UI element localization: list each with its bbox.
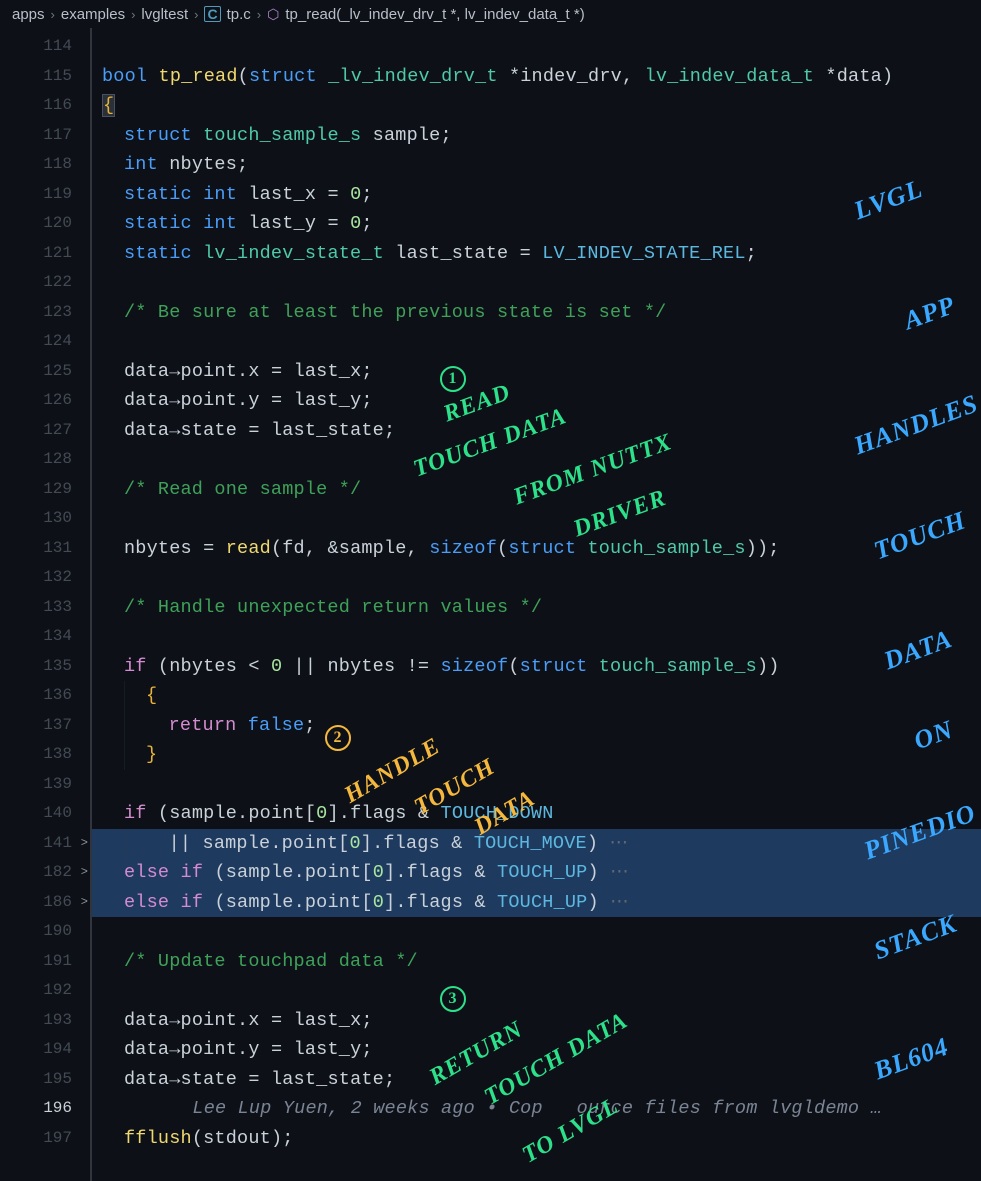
code-line[interactable] <box>92 976 981 1006</box>
chevron-right-icon: › <box>131 7 135 22</box>
code-line[interactable] <box>92 770 981 800</box>
code-line[interactable] <box>92 622 981 652</box>
fold-chevron-icon[interactable]: > <box>81 829 88 859</box>
code-line[interactable]: int nbytes; <box>92 150 981 180</box>
line-number[interactable]: 121 <box>0 239 90 269</box>
line-number[interactable]: 196 <box>0 1094 90 1124</box>
code-line[interactable] <box>92 327 981 357</box>
line-number[interactable]: 122 <box>0 268 90 298</box>
symbol-method-icon: ⬡ <box>267 6 279 23</box>
line-number[interactable]: 194 <box>0 1035 90 1065</box>
line-number[interactable]: 139 <box>0 770 90 800</box>
code-line[interactable]: data→point.y = last_y; <box>92 1035 981 1065</box>
code-line[interactable]: data→state = last_state; <box>92 1065 981 1095</box>
code-line[interactable]: Lee Lup Yuen, 2 weeks ago • Cop ource fi… <box>92 1094 981 1124</box>
line-number[interactable]: 193 <box>0 1006 90 1036</box>
line-number[interactable]: 182> <box>0 858 90 888</box>
code-line[interactable]: data→point.x = last_x; <box>92 357 981 387</box>
code-line[interactable]: struct touch_sample_s sample; <box>92 121 981 151</box>
code-line[interactable]: else if (sample.point[0].flags & TOUCH_U… <box>92 888 981 918</box>
line-number[interactable]: 116 <box>0 91 90 121</box>
line-number[interactable]: 191 <box>0 947 90 977</box>
line-number[interactable]: 129 <box>0 475 90 505</box>
code-line[interactable]: { <box>92 681 981 711</box>
breadcrumb-file[interactable]: tp.c <box>227 6 251 23</box>
code-line[interactable]: { <box>92 91 981 121</box>
line-number[interactable]: 135 <box>0 652 90 682</box>
line-number[interactable]: 133 <box>0 593 90 623</box>
code-line[interactable]: return false; <box>92 711 981 741</box>
line-number[interactable]: 190 <box>0 917 90 947</box>
line-number[interactable]: 126 <box>0 386 90 416</box>
breadcrumb-seg[interactable]: lvgltest <box>141 6 188 23</box>
fold-chevron-icon[interactable]: > <box>81 888 88 918</box>
line-number[interactable]: 123 <box>0 298 90 328</box>
breadcrumb-symbol[interactable]: tp_read(_lv_indev_drv_t *, lv_indev_data… <box>285 6 584 23</box>
code-area[interactable]: bool tp_read(struct _lv_indev_drv_t *ind… <box>90 28 981 1181</box>
line-number[interactable]: 140 <box>0 799 90 829</box>
code-line[interactable]: nbytes = read(fd, &sample, sizeof(struct… <box>92 534 981 564</box>
line-number[interactable]: 117 <box>0 121 90 151</box>
line-number[interactable]: 192 <box>0 976 90 1006</box>
code-line[interactable]: static int last_y = 0; <box>92 209 981 239</box>
line-number[interactable]: 136 <box>0 681 90 711</box>
code-line[interactable] <box>92 917 981 947</box>
c-file-icon: C <box>204 6 220 22</box>
code-line[interactable]: data→point.x = last_x; <box>92 1006 981 1036</box>
line-number[interactable]: 124 <box>0 327 90 357</box>
code-line[interactable] <box>92 504 981 534</box>
line-number[interactable]: 186> <box>0 888 90 918</box>
code-line[interactable]: /* Handle unexpected return values */ <box>92 593 981 623</box>
line-number[interactable]: 119 <box>0 180 90 210</box>
line-number[interactable]: 130 <box>0 504 90 534</box>
fold-chevron-icon[interactable]: > <box>81 858 88 888</box>
chevron-right-icon: › <box>51 7 55 22</box>
code-line[interactable]: /* Be sure at least the previous state i… <box>92 298 981 328</box>
breadcrumb[interactable]: apps › examples › lvgltest › C tp.c › ⬡ … <box>0 0 981 28</box>
breadcrumb-seg[interactable]: examples <box>61 6 125 23</box>
code-line[interactable]: if (sample.point[0].flags & TOUCH_DOWN <box>92 799 981 829</box>
line-number[interactable]: 127 <box>0 416 90 446</box>
code-line[interactable]: bool tp_read(struct _lv_indev_drv_t *ind… <box>92 62 981 92</box>
line-number[interactable]: 134 <box>0 622 90 652</box>
chevron-right-icon: › <box>257 7 261 22</box>
code-line[interactable]: fflush(stdout); <box>92 1124 981 1154</box>
line-number-gutter[interactable]: 1141151161171181191201211221231241251261… <box>0 28 90 1181</box>
code-line[interactable]: static lv_indev_state_t last_state = LV_… <box>92 239 981 269</box>
line-number[interactable]: 114 <box>0 32 90 62</box>
line-number[interactable]: 118 <box>0 150 90 180</box>
line-number[interactable]: 128 <box>0 445 90 475</box>
line-number[interactable]: 137 <box>0 711 90 741</box>
line-number[interactable]: 132 <box>0 563 90 593</box>
line-number[interactable]: 138 <box>0 740 90 770</box>
line-number[interactable]: 141> <box>0 829 90 859</box>
code-line[interactable]: /* Update touchpad data */ <box>92 947 981 977</box>
line-number[interactable]: 131 <box>0 534 90 564</box>
code-line[interactable]: else if (sample.point[0].flags & TOUCH_U… <box>92 858 981 888</box>
code-line[interactable]: static int last_x = 0; <box>92 180 981 210</box>
code-line[interactable]: data→point.y = last_y; <box>92 386 981 416</box>
chevron-right-icon: › <box>194 7 198 22</box>
code-line[interactable]: /* Read one sample */ <box>92 475 981 505</box>
line-number[interactable]: 120 <box>0 209 90 239</box>
line-number[interactable]: 125 <box>0 357 90 387</box>
code-line[interactable]: } <box>92 740 981 770</box>
editor[interactable]: 1141151161171181191201211221231241251261… <box>0 28 981 1181</box>
code-line[interactable] <box>92 32 981 62</box>
line-number[interactable]: 115 <box>0 62 90 92</box>
code-line[interactable] <box>92 268 981 298</box>
code-line[interactable]: if (nbytes < 0 || nbytes != sizeof(struc… <box>92 652 981 682</box>
line-number[interactable]: 195 <box>0 1065 90 1095</box>
code-line[interactable]: || sample.point[0].flags & TOUCH_MOVE) ⋯ <box>92 829 981 859</box>
code-line[interactable] <box>92 445 981 475</box>
breadcrumb-seg[interactable]: apps <box>12 6 45 23</box>
code-line[interactable] <box>92 563 981 593</box>
code-line[interactable]: data→state = last_state; <box>92 416 981 446</box>
line-number[interactable]: 197 <box>0 1124 90 1154</box>
